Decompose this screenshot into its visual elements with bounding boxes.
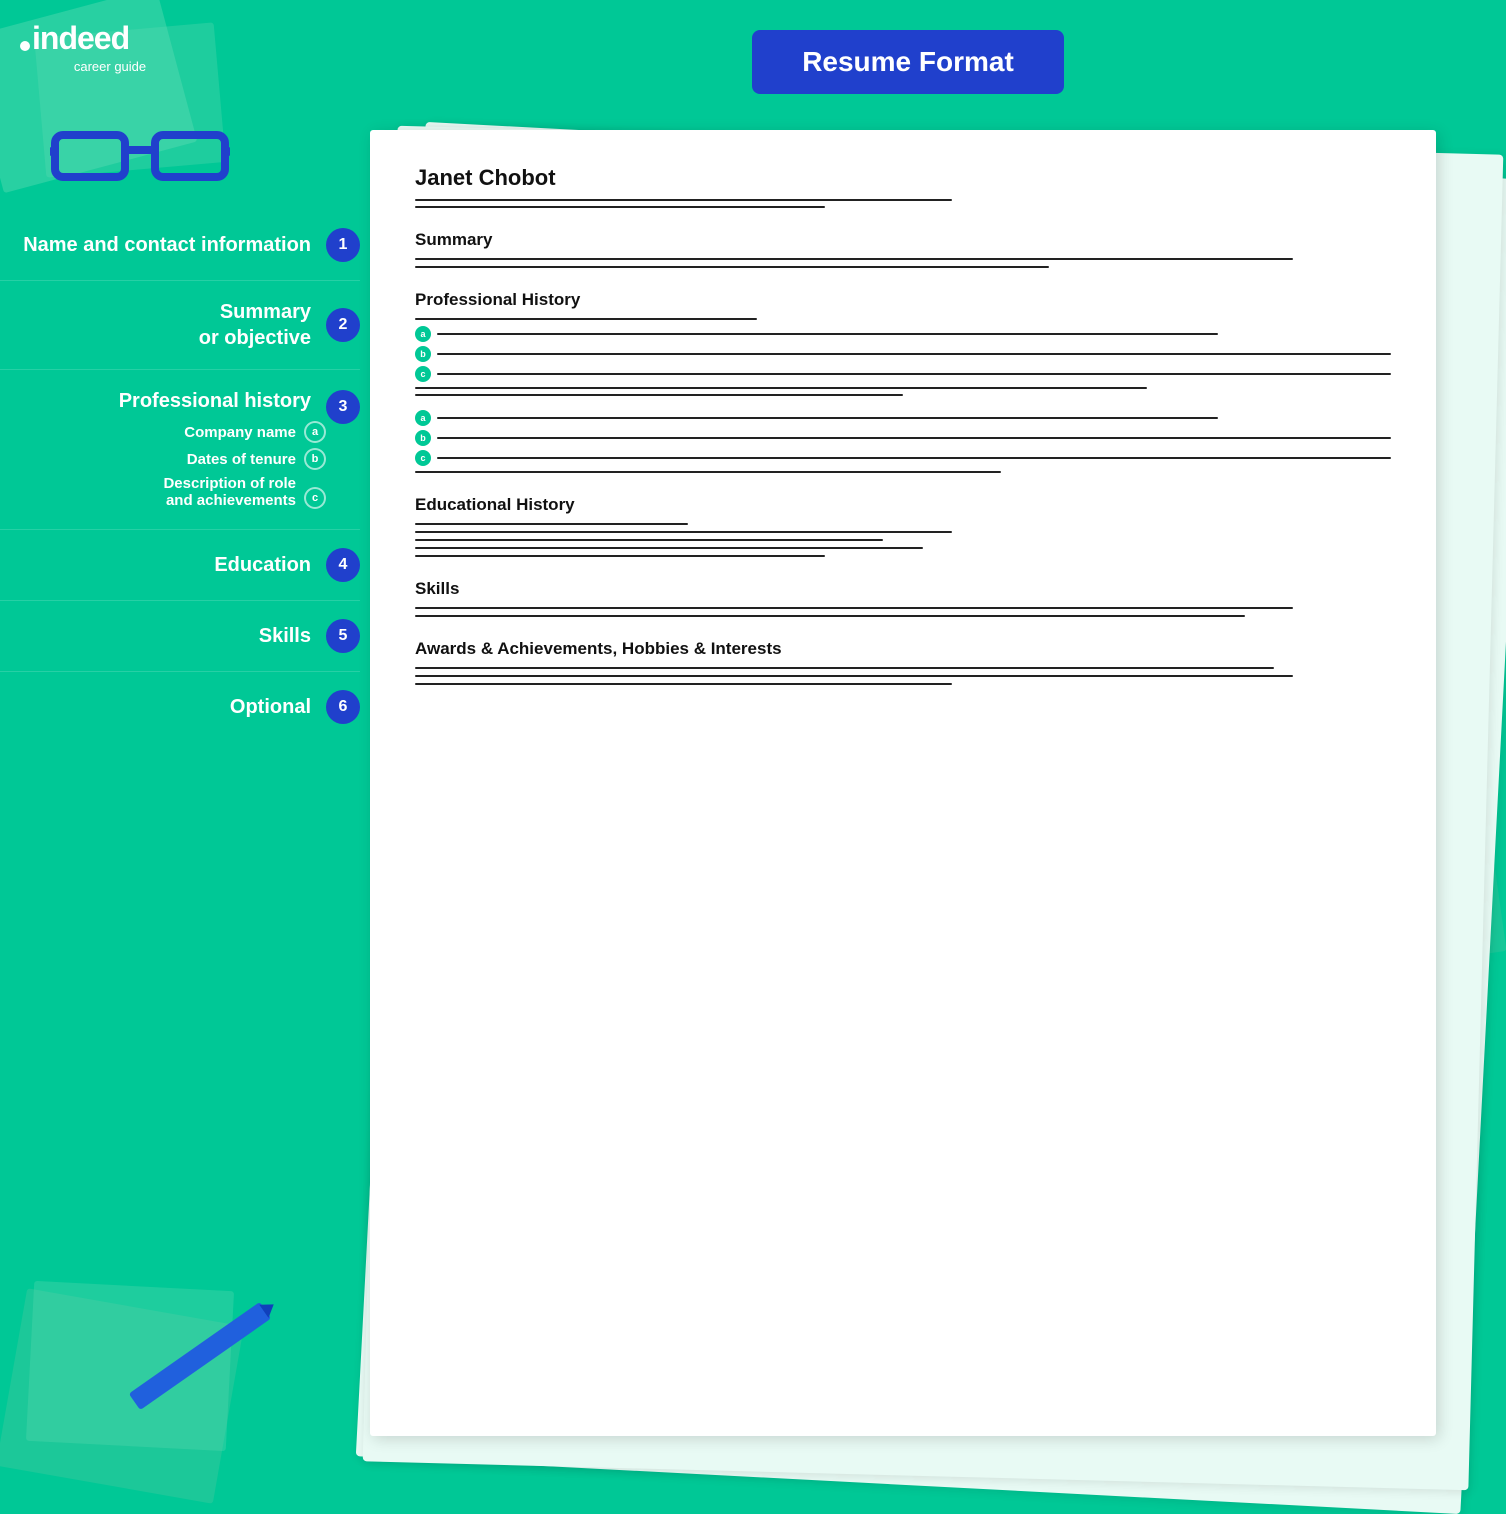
bullet-bar-c2 xyxy=(437,457,1391,459)
awards-line-2 xyxy=(415,675,1293,677)
header-title-box: Resume Format xyxy=(752,30,1064,94)
bullet-line-a2: a xyxy=(415,410,1391,426)
resume-awards-title: Awards & Achievements, Hobbies & Interes… xyxy=(415,639,1391,659)
skills-line-2 xyxy=(415,615,1245,617)
sub-badge-b1: b xyxy=(304,448,326,470)
bullet-line-b2: b xyxy=(415,430,1391,446)
bullet-bar-a2 xyxy=(437,417,1218,419)
bullet-line-b1: b xyxy=(415,346,1391,362)
sidebar-label-education: Education xyxy=(20,552,311,578)
awards-line-3 xyxy=(415,683,952,685)
page-title: Resume Format xyxy=(802,46,1014,77)
prof-line-2-extra xyxy=(415,471,1001,473)
step-badge-6: 6 xyxy=(326,690,360,724)
bullet-bar-b2 xyxy=(437,437,1391,439)
sub-item-description: Description of roleand achievements c xyxy=(20,475,326,509)
bullet-b2: b xyxy=(415,430,431,446)
bullet-bar-a1 xyxy=(437,333,1218,335)
sub-item-company-label: Company name xyxy=(184,424,296,441)
sidebar-item-education: Education 4 xyxy=(0,530,360,601)
sub-item-description-label: Description of roleand achievements xyxy=(163,475,296,509)
sidebar-label-professional: Professional history xyxy=(20,390,311,413)
resume-name-line-1 xyxy=(415,199,952,201)
step-badge-2: 2 xyxy=(326,308,360,342)
bullet-b1: b xyxy=(415,346,431,362)
edu-line-1 xyxy=(415,523,688,525)
prof-line-extra-2 xyxy=(415,394,903,396)
bullet-c2: c xyxy=(415,450,431,466)
sidebar-label-skills: Skills xyxy=(20,623,311,649)
sidebar-sub-items-professional: Company name a Dates of tenure b Descrip… xyxy=(20,421,326,509)
step-badge-3: 3 xyxy=(326,390,360,424)
bullet-bar-b1 xyxy=(437,353,1391,355)
bullet-bar-c1 xyxy=(437,373,1391,375)
bullet-a2: a xyxy=(415,410,431,426)
edu-line-3 xyxy=(415,539,883,541)
indeed-logo: indeed career guide xyxy=(20,20,200,74)
sidebar-item-optional: Optional 6 xyxy=(0,672,360,742)
resume-area: Janet Chobot Summary Professional Histor… xyxy=(370,130,1476,1466)
resume-summary-title: Summary xyxy=(415,230,1391,250)
resume-paper: Janet Chobot Summary Professional Histor… xyxy=(370,130,1436,1436)
awards-line-1 xyxy=(415,667,1274,669)
sub-badge-a1: a xyxy=(304,421,326,443)
edu-line-2 xyxy=(415,531,952,533)
glasses-decoration xyxy=(50,120,230,190)
sidebar-label-optional: Optional xyxy=(20,694,311,720)
step-badge-1: 1 xyxy=(326,228,360,262)
header: Resume Format xyxy=(370,30,1446,94)
sidebar-label-summary: Summaryor objective xyxy=(20,299,311,351)
indeed-wordmark: indeed xyxy=(32,20,129,57)
summary-line-2 xyxy=(415,266,1049,268)
sidebar-label-professional-container: Professional history Company name a Date… xyxy=(20,390,326,509)
prof-entry-2: a b c xyxy=(415,410,1391,473)
bullet-c1: c xyxy=(415,366,431,382)
sidebar-item-professional: Professional history Company name a Date… xyxy=(0,370,360,530)
step-badge-4: 4 xyxy=(326,548,360,582)
sidebar-item-skills: Skills 5 xyxy=(0,601,360,672)
resume-name-line-2 xyxy=(415,206,825,208)
sidebar-label-contact: Name and contact information xyxy=(20,232,311,258)
sub-item-company: Company name a xyxy=(20,421,326,443)
sidebar-item-contact: Name and contact information 1 xyxy=(0,210,360,281)
prof-line-extra-1 xyxy=(415,387,1147,389)
bullet-a1: a xyxy=(415,326,431,342)
resume-professional-title: Professional History xyxy=(415,290,1391,310)
skills-line-1 xyxy=(415,607,1293,609)
resume-skills-title: Skills xyxy=(415,579,1391,599)
resume-education-title: Educational History xyxy=(415,495,1391,515)
bullet-line-c1: c xyxy=(415,366,1391,382)
bullet-line-a1: a xyxy=(415,326,1391,342)
step-badge-5: 5 xyxy=(326,619,360,653)
sub-item-dates: Dates of tenure b xyxy=(20,448,326,470)
edu-line-5 xyxy=(415,555,825,557)
indeed-tagline: career guide xyxy=(20,59,200,74)
sidebar-item-summary: Summaryor objective 2 xyxy=(0,281,360,370)
summary-line-1 xyxy=(415,258,1293,260)
indeed-dot xyxy=(20,41,30,51)
sidebar: Name and contact information 1 Summaryor… xyxy=(0,210,360,742)
sub-item-dates-label: Dates of tenure xyxy=(187,451,296,468)
edu-line-4 xyxy=(415,547,923,549)
bullet-line-c2: c xyxy=(415,450,1391,466)
resume-name: Janet Chobot xyxy=(415,165,1391,191)
sub-badge-c1: c xyxy=(304,487,326,509)
prof-header-line xyxy=(415,318,757,320)
